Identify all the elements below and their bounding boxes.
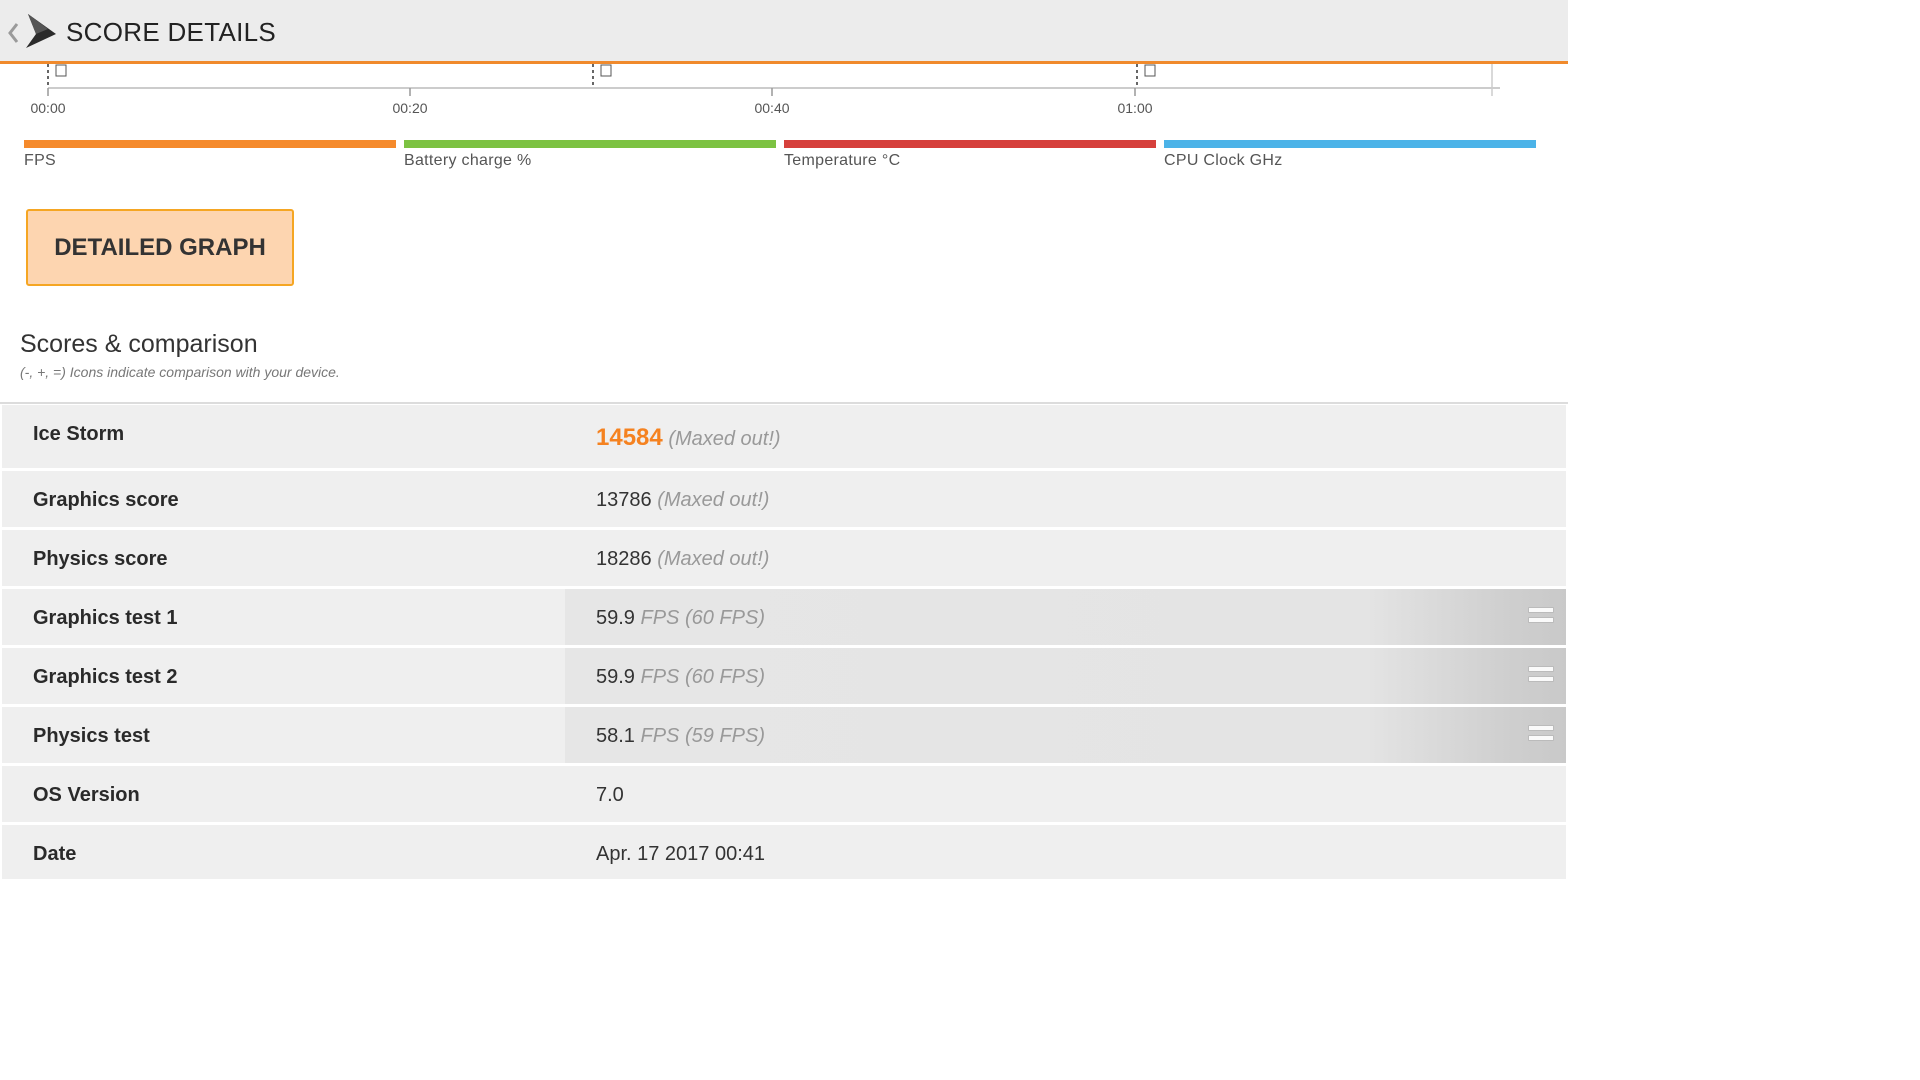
score-value: 13786 bbox=[596, 489, 652, 511]
row-value-cell: 7.0 bbox=[565, 766, 1566, 822]
table-row-physics-score: Physics score 18286 (Maxed out!) bbox=[2, 530, 1566, 589]
timeline-tick-label: 00:40 bbox=[754, 100, 790, 116]
3dmark-logo-icon bbox=[26, 14, 56, 48]
legend-item-fps: FPS bbox=[24, 140, 396, 170]
table-row-physics-test: Physics test 58.1 FPS (59 FPS) bbox=[2, 707, 1566, 766]
legend-item-temperature: Temperature °C bbox=[784, 140, 1156, 170]
timeline-axis-lines bbox=[47, 64, 1500, 96]
row-label: Physics test bbox=[33, 725, 150, 747]
table-row-graphics-score: Graphics score 13786 (Maxed out!) bbox=[2, 471, 1566, 530]
timeline-tick-label: 00:20 bbox=[392, 100, 428, 116]
fps-value: 58.1 bbox=[596, 725, 635, 747]
table-row-date: Date Apr. 17 2017 00:41 bbox=[2, 825, 1566, 882]
fps-value: 59.9 bbox=[596, 666, 635, 688]
timeline-tick-label: 00:00 bbox=[30, 100, 66, 116]
legend-label: Temperature °C bbox=[784, 152, 901, 169]
row-label: Graphics score bbox=[33, 489, 179, 511]
legend-label: FPS bbox=[24, 152, 57, 169]
app-header: SCORE DETAILS bbox=[0, 0, 1568, 64]
score-note: (Maxed out!) bbox=[668, 428, 781, 450]
section-divider bbox=[0, 402, 1568, 404]
row-label: Date bbox=[33, 843, 77, 865]
fps-value: 59.9 bbox=[596, 607, 635, 629]
row-value-cell: 59.9 FPS (60 FPS) bbox=[565, 589, 1566, 645]
graph-timeline-axis: 00:00 00:20 00:40 01:00 bbox=[0, 64, 1568, 124]
table-row-os-version: OS Version 7.0 bbox=[2, 766, 1566, 825]
row-value: 18286 (Maxed out!) bbox=[596, 548, 769, 571]
row-label: Physics score bbox=[33, 548, 168, 570]
legend-color-bar bbox=[1164, 140, 1536, 148]
row-label: Graphics test 2 bbox=[33, 666, 178, 688]
row-label: Ice Storm bbox=[33, 423, 125, 445]
table-row-ice-storm: Ice Storm 14584 (Maxed out!) bbox=[2, 405, 1566, 471]
scores-section-title: Scores & comparison bbox=[20, 330, 258, 358]
row-value-cell: 59.9 FPS (60 FPS) bbox=[565, 648, 1566, 704]
legend-item-cpu-clock: CPU Clock GHz bbox=[1164, 140, 1536, 170]
score-table: Ice Storm 14584 (Maxed out!) Graphics sc… bbox=[2, 405, 1566, 882]
fps-note: FPS (59 FPS) bbox=[640, 725, 765, 747]
equal-comparison-icon bbox=[1528, 725, 1554, 743]
legend-label: Battery charge % bbox=[404, 152, 532, 169]
page-title: SCORE DETAILS bbox=[66, 17, 277, 47]
equal-comparison-icon bbox=[1528, 607, 1554, 625]
legend-label: CPU Clock GHz bbox=[1164, 152, 1283, 169]
equal-comparison-icon bbox=[1528, 666, 1554, 684]
scores-section-subtitle: (-, +, =) Icons indicate comparison with… bbox=[20, 364, 340, 380]
row-value-cell: 13786 (Maxed out!) bbox=[565, 471, 1566, 527]
legend-item-battery: Battery charge % bbox=[404, 140, 776, 170]
table-row-graphics-test-1: Graphics test 1 59.9 FPS (60 FPS) bbox=[2, 589, 1566, 648]
score-value: 18286 bbox=[596, 548, 652, 570]
fps-note: FPS (60 FPS) bbox=[640, 666, 765, 688]
row-value-cell: Apr. 17 2017 00:41 bbox=[565, 825, 1566, 879]
row-value: 7.0 bbox=[596, 784, 624, 806]
legend-color-bar bbox=[784, 140, 1156, 148]
row-value: 13786 (Maxed out!) bbox=[596, 489, 769, 512]
timeline-tick-label: 01:00 bbox=[1117, 100, 1153, 116]
back-chevron-icon[interactable] bbox=[4, 18, 22, 48]
fps-note: FPS (60 FPS) bbox=[640, 607, 765, 629]
score-note: (Maxed out!) bbox=[657, 489, 770, 511]
legend-color-bar bbox=[24, 140, 396, 148]
detailed-graph-button[interactable]: DETAILED GRAPH bbox=[26, 209, 294, 286]
row-value: 58.1 FPS (59 FPS) bbox=[596, 725, 765, 748]
row-value-cell: 14584 (Maxed out!) bbox=[565, 405, 1566, 468]
row-value: 59.9 FPS (60 FPS) bbox=[596, 666, 765, 689]
row-value-cell: 58.1 FPS (59 FPS) bbox=[565, 707, 1566, 763]
table-row-graphics-test-2: Graphics test 2 59.9 FPS (60 FPS) bbox=[2, 648, 1566, 707]
legend-color-bar bbox=[404, 140, 776, 148]
row-label: OS Version bbox=[33, 784, 140, 806]
score-note: (Maxed out!) bbox=[657, 548, 770, 570]
row-value-cell: 18286 (Maxed out!) bbox=[565, 530, 1566, 586]
overall-score: 14584 bbox=[596, 424, 663, 451]
row-label: Graphics test 1 bbox=[33, 607, 178, 629]
row-value: 59.9 FPS (60 FPS) bbox=[596, 607, 765, 630]
row-value: 14584 (Maxed out!) bbox=[596, 424, 781, 452]
row-value: Apr. 17 2017 00:41 bbox=[596, 843, 766, 865]
